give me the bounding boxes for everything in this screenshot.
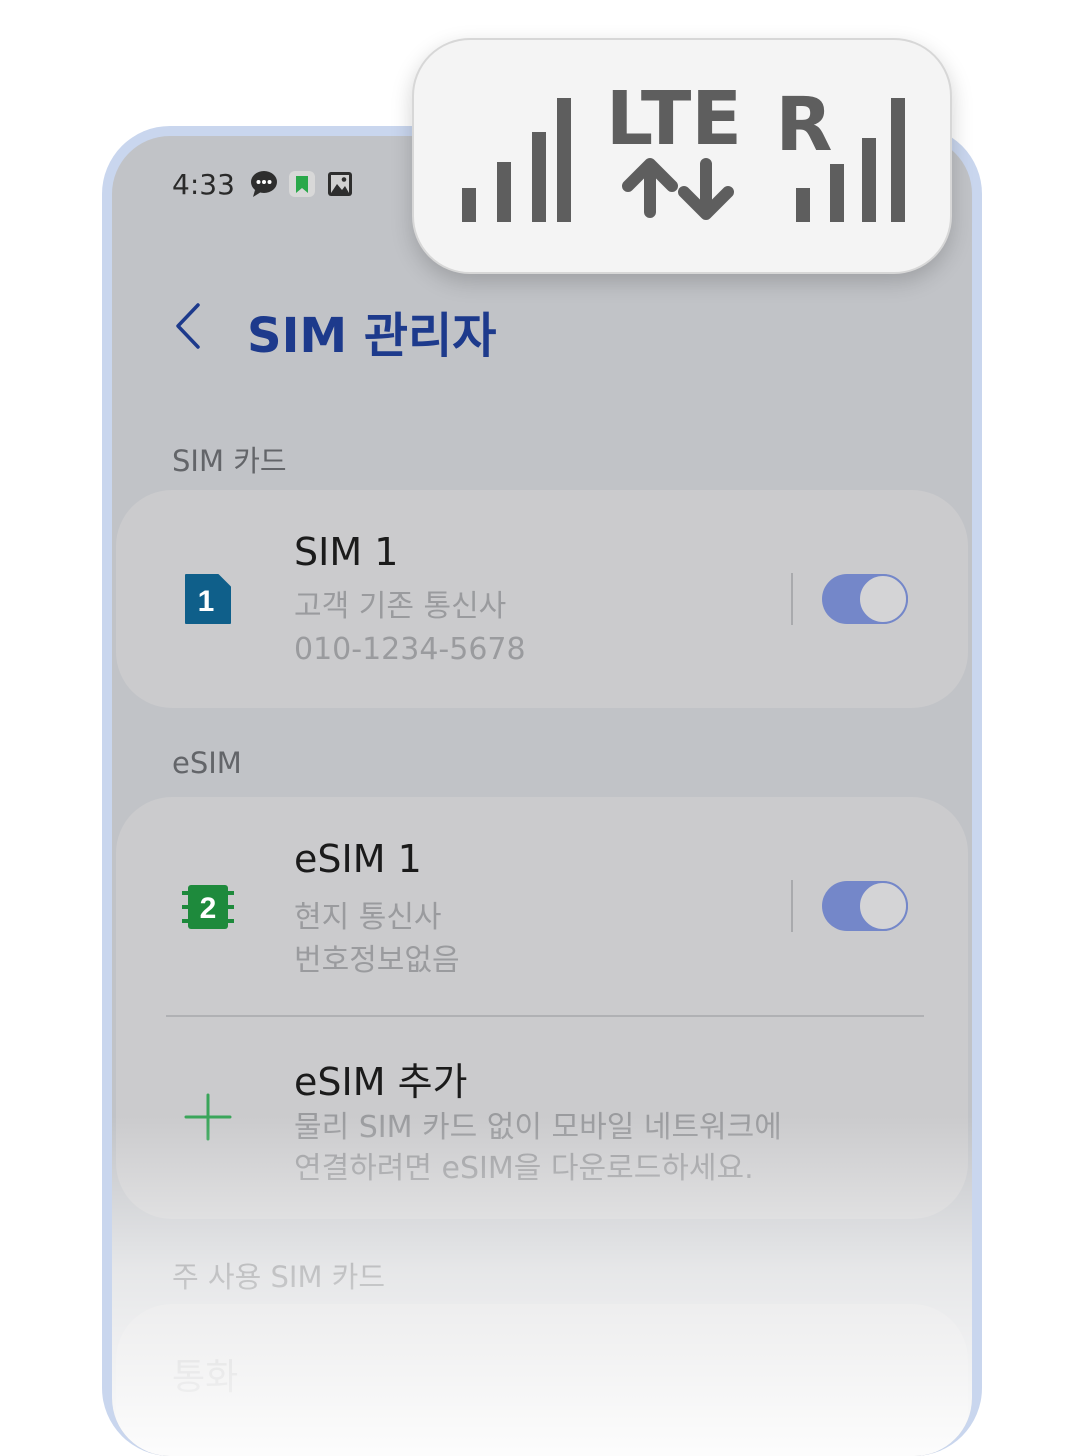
status-time: 4:33 bbox=[172, 167, 235, 201]
primary-sim-card-group: 통화 bbox=[116, 1304, 968, 1456]
page-title: SIM 관리자 bbox=[247, 308, 497, 364]
esim1-divider bbox=[791, 880, 793, 932]
phone-screen: 4:33 SIM 관리자 SIM 카드 1 SIM 1 고객 기존 통신사 01… bbox=[112, 136, 972, 1456]
plus-icon bbox=[182, 1089, 234, 1145]
sim1-title: SIM 1 bbox=[294, 530, 399, 574]
chevron-left-icon bbox=[176, 303, 200, 349]
esim-section-label: eSIM bbox=[172, 746, 242, 780]
sim-card-group: 1 SIM 1 고객 기존 통신사 010-1234-5678 bbox=[116, 490, 968, 708]
sim1-row[interactable]: 1 SIM 1 고객 기존 통신사 010-1234-5678 bbox=[116, 490, 968, 708]
esim1-toggle-knob bbox=[858, 881, 908, 931]
data-up-down-arrows-icon bbox=[622, 158, 734, 220]
esim1-number: 번호정보없음 bbox=[294, 943, 460, 978]
roaming-indicator: R bbox=[776, 82, 833, 168]
primary-call-label[interactable]: 통화 bbox=[172, 1348, 238, 1400]
add-esim-desc-line2: 연결하려면 eSIM을 다운로드하세요. bbox=[294, 1151, 754, 1186]
esim1-toggle[interactable] bbox=[822, 881, 908, 931]
bookmark-icon bbox=[287, 169, 317, 199]
sim1-toggle-knob bbox=[858, 574, 908, 624]
back-button[interactable] bbox=[170, 301, 210, 351]
network-type-text: LTE bbox=[606, 76, 742, 162]
sim1-card-icon: 1 bbox=[182, 571, 234, 627]
sim-section-label: SIM 카드 bbox=[172, 444, 287, 478]
esim1-title: eSIM 1 bbox=[294, 837, 422, 881]
esim1-chip-icon: 2 bbox=[182, 879, 234, 935]
add-esim-row[interactable]: eSIM 추가 물리 SIM 카드 없이 모바일 네트워크에 연결하려면 eSI… bbox=[116, 1017, 968, 1217]
sim1-divider bbox=[791, 573, 793, 625]
image-icon bbox=[325, 169, 355, 199]
network-status-callout: LTE R bbox=[412, 38, 952, 274]
add-esim-title: eSIM 추가 bbox=[294, 1060, 468, 1104]
svg-text:2: 2 bbox=[200, 892, 217, 925]
status-bar: 4:33 bbox=[172, 166, 355, 202]
esim1-carrier: 현지 통신사 bbox=[294, 900, 442, 935]
chat-bubble-icon bbox=[249, 169, 279, 199]
sim1-toggle[interactable] bbox=[822, 574, 908, 624]
svg-text:1: 1 bbox=[198, 585, 215, 618]
signal-bars-icon bbox=[462, 98, 571, 222]
add-esim-desc-line1: 물리 SIM 카드 없이 모바일 네트워크에 bbox=[294, 1110, 782, 1145]
primary-sim-section-label: 주 사용 SIM 카드 bbox=[172, 1260, 386, 1294]
sim1-number: 010-1234-5678 bbox=[294, 632, 526, 667]
esim-card-group: 2 eSIM 1 현지 통신사 번호정보없음 eSIM 추가 물리 SIM 카드… bbox=[116, 797, 968, 1219]
esim1-row[interactable]: 2 eSIM 1 현지 통신사 번호정보없음 bbox=[116, 797, 968, 1015]
sim1-carrier: 고객 기존 통신사 bbox=[294, 589, 507, 624]
